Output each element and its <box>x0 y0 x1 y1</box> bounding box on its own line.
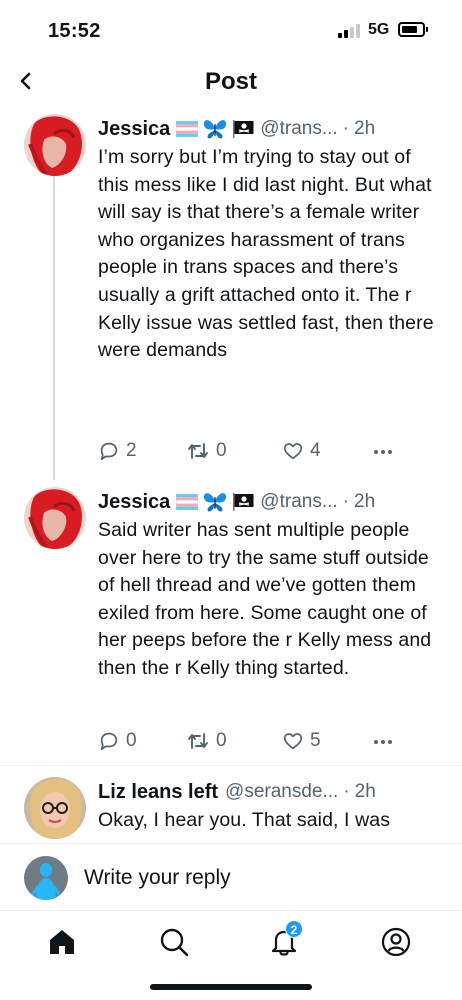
separator-dot: · <box>342 491 349 512</box>
author-emoji <box>176 118 254 140</box>
notification-badge: 2 <box>285 920 303 938</box>
tweet-timestamp[interactable]: 2h <box>354 118 375 140</box>
trans-flag-icon <box>176 121 199 137</box>
tab-home[interactable] <box>46 926 78 958</box>
heart-icon <box>283 733 303 750</box>
trans-flag-icon <box>176 494 199 510</box>
avatar[interactable] <box>24 777 86 839</box>
search-icon <box>160 928 189 957</box>
status-time: 15:52 <box>48 20 101 42</box>
comment-icon <box>100 732 118 751</box>
tweet-header: Jessica @trans... · 2h <box>98 114 442 144</box>
top-nav: Post <box>0 60 462 104</box>
like-button[interactable]: 5 <box>282 730 321 752</box>
status-bar: 15:52 5G <box>0 0 462 60</box>
comment-icon <box>100 442 118 461</box>
tab-notifications[interactable]: 2 <box>268 920 303 958</box>
separator-dot: · <box>343 781 350 802</box>
battery-icon <box>398 22 428 37</box>
ellipsis-icon <box>374 450 392 454</box>
home-indicator <box>150 984 312 990</box>
tab-profile[interactable] <box>380 926 412 958</box>
tweet-header: Jessica @trans... · 2h <box>98 487 442 517</box>
reply-button[interactable]: 2 <box>98 440 137 462</box>
avatar[interactable] <box>24 114 86 176</box>
tab-search[interactable] <box>158 926 190 958</box>
repost-icon <box>188 443 208 459</box>
repost-button[interactable]: 0 <box>186 440 227 462</box>
divider <box>0 765 462 766</box>
network-type: 5G <box>368 21 390 38</box>
tweet-timestamp[interactable]: 2h <box>355 781 376 803</box>
tweet-header: Liz leans left @seransde... · 2h <box>98 777 442 807</box>
reply-button[interactable]: 0 <box>98 730 137 752</box>
heart-icon <box>283 443 303 460</box>
reply-count: 0 <box>126 730 137 751</box>
repost-icon <box>188 733 208 749</box>
author-handle[interactable]: @trans... <box>260 118 337 140</box>
like-button[interactable]: 4 <box>282 440 321 462</box>
like-count: 5 <box>310 730 321 751</box>
blue-butterfly-icon <box>204 493 227 512</box>
profile-icon <box>381 927 411 957</box>
author-name[interactable]: Jessica <box>98 491 170 514</box>
author-name[interactable]: Liz leans left <box>98 781 218 804</box>
tweet-timestamp[interactable]: 2h <box>354 491 375 513</box>
more-options-button[interactable] <box>372 442 394 467</box>
pirate-flag-icon <box>233 493 254 511</box>
repost-button[interactable]: 0 <box>186 730 227 752</box>
author-handle[interactable]: @trans... <box>260 491 337 513</box>
tweet-actions: 2 0 4 <box>98 440 398 464</box>
blue-butterfly-icon <box>204 120 227 139</box>
tweet-actions: 0 0 5 <box>98 730 398 754</box>
page-title: Post <box>204 68 257 95</box>
home-icon <box>50 930 74 954</box>
reply-composer[interactable]: Write your reply <box>0 843 462 911</box>
separator-dot: · <box>342 118 349 139</box>
tweet-text: I’m sorry but I’m trying to stay out of … <box>98 146 434 362</box>
author-emoji <box>176 491 254 513</box>
more-options-button[interactable] <box>372 732 394 757</box>
reply-count: 2 <box>126 440 137 461</box>
tweet[interactable]: Jessica @trans... · 2h <box>0 114 462 474</box>
pirate-flag-icon <box>233 120 254 138</box>
tweet[interactable]: Liz leans left @seransde... · 2h Okay, I… <box>0 777 462 843</box>
tweet[interactable]: Jessica @trans... · 2h <box>0 487 462 767</box>
avatar[interactable] <box>24 487 86 549</box>
tweet-text: Said writer has sent multiple people ove… <box>98 519 432 679</box>
like-count: 4 <box>310 440 321 461</box>
tweet-text: Okay, I hear you. That said, I was <box>98 809 391 831</box>
repost-count: 0 <box>216 440 227 461</box>
reply-input[interactable]: Write your reply <box>84 866 231 890</box>
author-name[interactable]: Jessica <box>98 118 170 141</box>
author-handle[interactable]: @seransde... <box>225 781 338 803</box>
signal-strength-icon <box>338 24 362 38</box>
repost-count: 0 <box>216 730 227 751</box>
avatar <box>24 856 68 900</box>
ellipsis-icon <box>374 740 392 744</box>
